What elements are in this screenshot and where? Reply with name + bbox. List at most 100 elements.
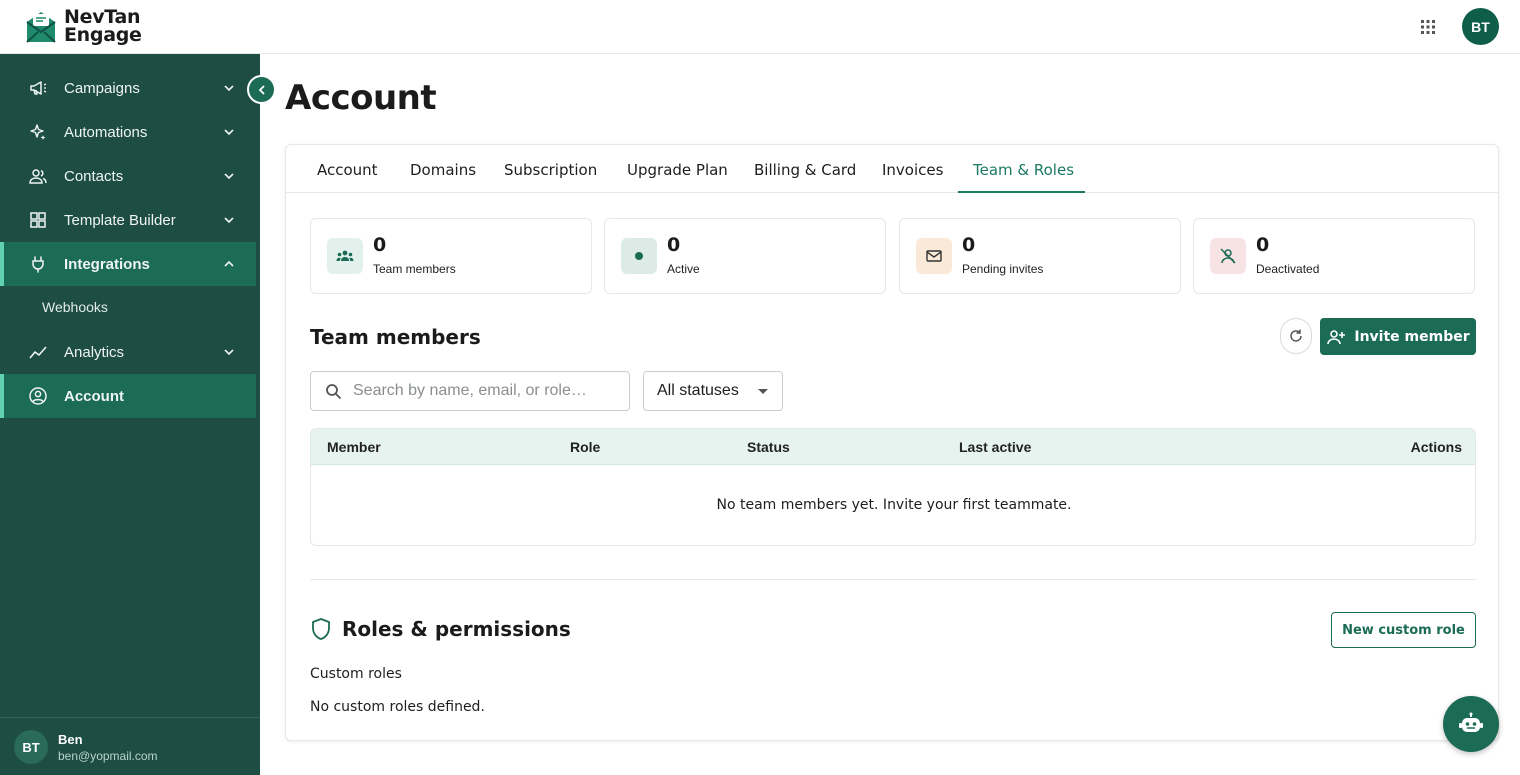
brand-logo[interactable]: NevTan Engage — [24, 8, 142, 46]
stat-icon-box — [327, 238, 363, 274]
sidebar-item-contacts[interactable]: Contacts — [0, 154, 256, 198]
sidebar-item-integrations[interactable]: Integrations — [0, 242, 256, 286]
sidebar-item-label: Campaigns — [64, 79, 140, 97]
tab-subscription[interactable]: Subscription — [504, 161, 597, 179]
section-divider — [310, 579, 1476, 580]
sidebar-subitem-webhooks[interactable]: Webhooks — [42, 299, 108, 315]
stat-card-team-members: 0 Team members — [310, 218, 592, 294]
chevron-left-icon — [258, 84, 265, 95]
account-card: Account Domains Subscription Upgrade Pla… — [285, 144, 1499, 741]
chevron-down-icon — [224, 173, 234, 180]
column-header-actions: Actions — [1410, 439, 1462, 455]
tab-account[interactable]: Account — [317, 161, 378, 179]
new-custom-role-button[interactable]: New custom role — [1331, 612, 1476, 648]
sidebar-item-label: Integrations — [64, 255, 150, 273]
envelope-logo-icon — [26, 12, 56, 43]
no-custom-roles-message: No custom roles defined. — [310, 699, 485, 715]
sidebar-item-label: Contacts — [64, 167, 124, 185]
sidebar-item-label: Template Builder — [64, 211, 176, 229]
stat-label: Deactivated — [1256, 262, 1320, 276]
active-dot-icon — [635, 252, 643, 260]
sidebar-item-campaigns[interactable]: Campaigns — [0, 66, 256, 110]
roles-permissions-heading: Roles & permissions — [310, 617, 571, 641]
sidebar-item-label: Account — [64, 387, 124, 405]
column-header-status: Status — [747, 439, 790, 455]
robot-icon — [1459, 712, 1483, 732]
invite-member-label: Invite member — [1354, 328, 1470, 345]
search-input[interactable] — [353, 372, 623, 410]
apps-grid-icon[interactable] — [1418, 17, 1438, 37]
brand-line-2: Engage — [64, 24, 142, 46]
stat-card-active: 0 Active — [604, 218, 886, 294]
sidebar-collapse-button[interactable] — [247, 75, 276, 104]
column-header-member: Member — [327, 439, 381, 455]
sidebar-item-account[interactable]: Account — [0, 374, 256, 418]
sidebar: Campaigns Automations Contacts Template … — [0, 54, 260, 775]
search-field[interactable] — [310, 371, 630, 411]
users-icon — [29, 169, 47, 184]
sidebar-item-label: Automations — [64, 123, 148, 141]
sparkles-icon — [30, 124, 46, 140]
chevron-down-icon — [224, 129, 234, 136]
top-bar: NevTan Engage BT — [0, 0, 1520, 54]
chevron-down-icon — [224, 349, 234, 356]
table-header: Member Role Status Last active Actions — [311, 429, 1475, 465]
status-filter-value: All statuses — [657, 382, 739, 399]
stat-value: 0 — [1256, 234, 1270, 256]
stat-label: Active — [667, 262, 700, 276]
stat-card-deactivated: 0 Deactivated — [1193, 218, 1475, 294]
tab-bar: Account Domains Subscription Upgrade Pla… — [286, 145, 1498, 193]
stat-card-pending-invites: 0 Pending invites — [899, 218, 1181, 294]
chat-bot-button[interactable] — [1443, 696, 1499, 752]
chart-line-icon — [29, 346, 47, 359]
tab-billing-card[interactable]: Billing & Card — [754, 161, 856, 179]
tab-upgrade-plan[interactable]: Upgrade Plan — [627, 161, 728, 179]
column-header-role: Role — [570, 439, 601, 455]
stat-label: Pending invites — [962, 262, 1044, 276]
stat-value: 0 — [962, 234, 976, 256]
stat-icon-box — [1210, 238, 1246, 274]
stat-label: Team members — [373, 262, 456, 276]
user-plus-icon — [1327, 329, 1346, 344]
plug-icon — [32, 256, 44, 273]
search-icon — [326, 384, 342, 400]
stat-icon-box — [916, 238, 952, 274]
tab-team-roles[interactable]: Team & Roles — [973, 161, 1074, 179]
refresh-icon — [1290, 329, 1302, 342]
roles-permissions-title: Roles & permissions — [342, 617, 571, 641]
sidebar-item-label: Analytics — [64, 343, 125, 361]
invite-member-button[interactable]: Invite member — [1320, 318, 1476, 355]
user-circle-icon — [29, 387, 47, 405]
sidebar-item-analytics[interactable]: Analytics — [0, 330, 256, 374]
sidebar-item-template-builder[interactable]: Template Builder — [0, 198, 256, 242]
active-tab-indicator — [958, 191, 1085, 193]
shield-icon — [312, 618, 330, 640]
mail-icon — [926, 250, 942, 262]
tab-domains[interactable]: Domains — [410, 161, 476, 179]
sidebar-item-automations[interactable]: Automations — [0, 110, 256, 154]
tab-invoices[interactable]: Invoices — [882, 161, 943, 179]
stat-value: 0 — [373, 234, 387, 256]
column-header-last-active: Last active — [959, 439, 1032, 455]
stat-value: 0 — [667, 234, 681, 256]
chevron-down-icon — [224, 217, 234, 224]
megaphone-icon — [30, 81, 47, 95]
user-email: ben@yopmail.com — [58, 749, 158, 763]
user-off-icon — [1220, 248, 1236, 264]
chevron-up-icon — [224, 260, 234, 267]
user-avatar-top[interactable]: BT — [1462, 8, 1499, 45]
avatar: BT — [14, 730, 48, 764]
empty-table-message: No team members yet. Invite your first t… — [716, 497, 1072, 513]
custom-roles-label: Custom roles — [310, 666, 402, 682]
chevron-down-icon — [224, 85, 234, 92]
brand-name: NevTan Engage — [64, 8, 142, 46]
page-title: Account — [285, 78, 437, 118]
grid-icon — [30, 212, 46, 228]
caret-down-icon — [758, 389, 768, 394]
team-icon — [336, 250, 354, 261]
status-filter-select[interactable]: All statuses — [643, 371, 783, 411]
refresh-button[interactable] — [1280, 318, 1312, 354]
team-members-table: Member Role Status Last active Actions N… — [310, 428, 1476, 546]
team-members-title: Team members — [310, 325, 481, 349]
sidebar-user-box[interactable]: BT Ben ben@yopmail.com — [0, 717, 260, 775]
